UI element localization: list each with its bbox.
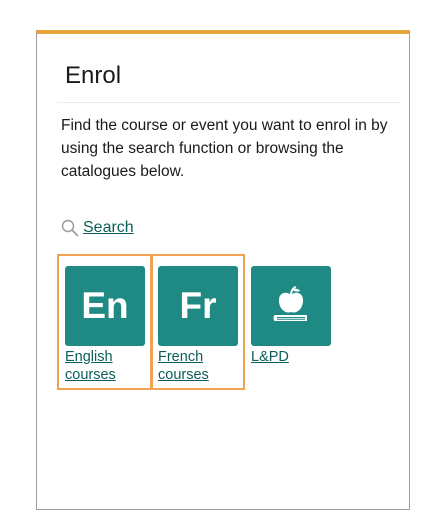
- tile-lpd[interactable]: L&PD: [251, 266, 331, 366]
- lpd-tile-button[interactable]: [251, 266, 331, 346]
- divider: [57, 102, 401, 103]
- search-icon: [61, 219, 79, 237]
- highlight-box-french: [151, 254, 245, 390]
- search-link-row[interactable]: Search: [61, 219, 134, 237]
- lpd-link[interactable]: L&PD: [251, 348, 331, 366]
- apple-book-icon: [273, 286, 307, 321]
- search-link[interactable]: Search: [83, 219, 134, 237]
- card-title: Enrol: [65, 62, 122, 89]
- enrol-card: Enrol Find the course or event you want …: [36, 30, 410, 510]
- card-description: Find the course or event you want to enr…: [61, 117, 388, 180]
- highlight-box-english: [57, 254, 152, 390]
